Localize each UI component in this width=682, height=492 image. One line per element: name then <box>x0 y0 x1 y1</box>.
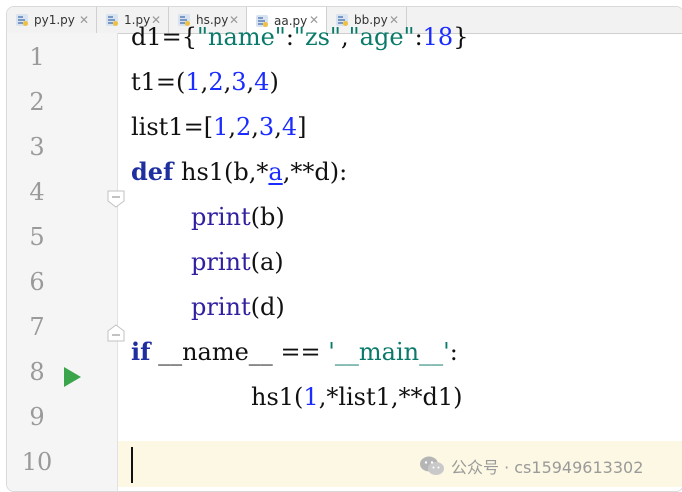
token: , <box>340 23 349 51</box>
close-icon[interactable]: ✕ <box>79 13 89 27</box>
line-number: 2 <box>29 88 45 116</box>
text-caret <box>131 447 133 483</box>
token: : <box>449 338 458 366</box>
code-line-2: t1=(1,2,3,4) <box>131 64 279 100</box>
token: ,**d): <box>282 158 348 186</box>
token-number: 18 <box>422 23 454 51</box>
token-number: 1 <box>303 383 319 411</box>
token-number: 2 <box>235 113 252 141</box>
code-line-7: print(d) <box>191 289 285 325</box>
token: : <box>414 23 423 51</box>
line-number: 8 <box>29 358 45 386</box>
line-number: 7 <box>29 313 45 341</box>
token: list1=[ <box>131 113 214 141</box>
line-number: 9 <box>29 403 45 431</box>
token-keyword: def <box>131 157 174 186</box>
token-parameter: a <box>268 158 283 186</box>
token-keyword: if <box>131 337 151 366</box>
code-line-3: list1=[1,2,3,4] <box>131 109 306 145</box>
wechat-icon <box>420 456 444 475</box>
code-line-6: print(a) <box>191 244 284 280</box>
editor-window: py1.py ✕ 1.py ✕ hs.py ✕ aa.py ✕ bb.py ✕ … <box>6 6 682 492</box>
token-number: 3 <box>258 113 275 141</box>
token-string: "zs" <box>293 23 341 51</box>
token: __name__ == <box>150 338 329 366</box>
code-line-9: hs1(1,*list1,**d1) <box>251 379 463 415</box>
code-line-5: print(b) <box>191 199 285 235</box>
line-number: 10 <box>21 448 53 476</box>
watermark: 公众号 · cs15949613302 <box>419 453 643 479</box>
watermark-text: 公众号 · cs15949613302 <box>451 458 644 477</box>
token: (d) <box>250 293 285 321</box>
token-builtin: print <box>191 248 251 276</box>
token-string: "age" <box>348 23 415 51</box>
line-gutter: 1 2 3 4 5 6 7 8 9 10 <box>7 33 125 491</box>
fold-marker-icon[interactable] <box>106 189 126 209</box>
code-line-4: def hs1(b,*a,**d): <box>131 154 347 190</box>
token: , <box>274 113 282 141</box>
token-number: 3 <box>231 68 247 96</box>
run-arrow-icon[interactable] <box>61 365 83 389</box>
code-line-1: d1={"name":"zs","age":18} <box>131 19 468 55</box>
token-string: '__main__' <box>328 338 450 366</box>
token-builtin: print <box>191 203 251 231</box>
token: , <box>251 113 259 141</box>
tab-py1[interactable]: py1.py ✕ <box>7 7 97 33</box>
token-string: "name" <box>197 23 286 51</box>
token: hs1(b,* <box>173 158 269 186</box>
token: } <box>453 23 469 51</box>
token: , <box>246 68 255 96</box>
token: ) <box>269 68 279 96</box>
line-number: 4 <box>29 178 45 206</box>
token: , <box>228 113 236 141</box>
token-number: 2 <box>208 68 224 96</box>
token-number: 4 <box>254 68 270 96</box>
token-number: 1 <box>213 113 229 141</box>
token-builtin: print <box>191 293 251 321</box>
token: hs1( <box>251 383 304 411</box>
token: ,*list1,**d1) <box>318 383 463 411</box>
token: ] <box>297 113 307 141</box>
line-number: 3 <box>29 133 45 161</box>
line-number: 6 <box>29 268 45 296</box>
token: : <box>285 23 294 51</box>
token-number: 1 <box>185 68 201 96</box>
line-number: 5 <box>29 223 45 251</box>
python-file-icon <box>16 14 28 26</box>
token: d1={ <box>131 23 198 51</box>
line-number: 1 <box>29 43 45 71</box>
token: t1=( <box>131 68 186 96</box>
fold-marker-icon[interactable] <box>106 323 126 343</box>
code-line-8: if __name__ == '__main__': <box>131 334 458 370</box>
token-number: 4 <box>281 113 298 141</box>
python-file-icon <box>106 14 118 26</box>
token: (a) <box>250 248 284 276</box>
token: (b) <box>250 203 285 231</box>
tab-label: py1.py <box>34 13 75 27</box>
